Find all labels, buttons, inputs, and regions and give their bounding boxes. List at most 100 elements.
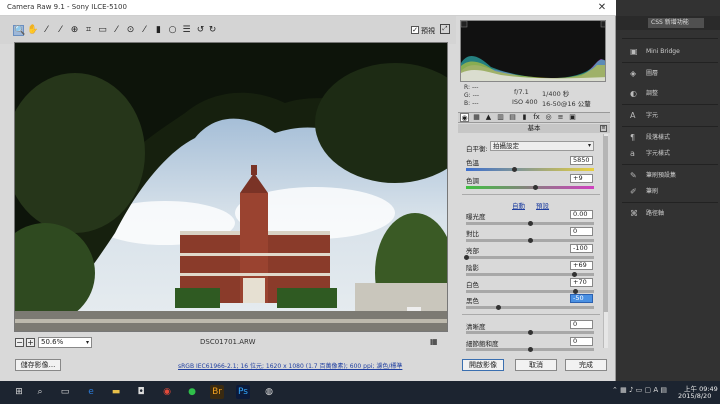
vibrance-slider-thumb[interactable]: [528, 347, 533, 352]
file-explorer-icon[interactable]: ▬: [109, 385, 123, 399]
panel-layers[interactable]: ◈ 圖層: [630, 66, 718, 82]
chevron-up-icon[interactable]: ⌃: [612, 386, 618, 394]
save-image-button[interactable]: 儲存影像...: [15, 359, 61, 371]
tint-value[interactable]: +9: [570, 174, 593, 183]
open-image-button[interactable]: 開啟影像: [462, 359, 504, 371]
crop-tool-icon[interactable]: ⌗: [83, 25, 94, 36]
workflow-options-link[interactable]: sRGB IEC61966-2.1; 16 位元; 1620 x 1080 (1…: [178, 361, 402, 370]
shutter-value: 1/400 秒: [542, 90, 570, 98]
contrast-value[interactable]: 0: [570, 227, 593, 236]
store-icon[interactable]: ◘: [134, 385, 148, 399]
temperature-value[interactable]: 5850: [570, 156, 593, 165]
preview-label: 預視: [421, 27, 435, 35]
adjustment-brush-icon[interactable]: ⁄: [139, 25, 150, 36]
hand-tool-icon[interactable]: ✋: [27, 25, 38, 36]
panel-character-styles[interactable]: a 字元樣式: [630, 146, 718, 162]
tab-split-toning-icon[interactable]: ▤: [508, 113, 517, 122]
zoom-level-select[interactable]: 50.6% ▾: [38, 337, 92, 348]
white-balance-tool-icon[interactable]: ⁄: [41, 25, 52, 36]
line-app-icon[interactable]: ●: [185, 385, 199, 399]
shadows-value[interactable]: +69: [570, 261, 593, 270]
zoom-tool-icon[interactable]: 🔍: [13, 25, 25, 36]
temperature-slider-thumb[interactable]: [512, 167, 517, 172]
clock-date[interactable]: 2015/8/20: [678, 392, 711, 400]
search-icon[interactable]: ⌕: [33, 385, 47, 399]
app-icon[interactable]: ◍: [262, 385, 276, 399]
tab-camera-calibration-icon[interactable]: ◎: [544, 113, 553, 122]
tab-presets-icon[interactable]: ≡: [556, 113, 565, 122]
white-balance-select[interactable]: 拍攝設定 ▾: [490, 141, 594, 151]
spot-removal-tool-icon[interactable]: ⁄: [111, 25, 122, 36]
keyboard-icon[interactable]: ▭: [636, 386, 643, 394]
workspace-selector[interactable]: CSS 新增功能: [648, 18, 704, 28]
panel-paragraph-styles[interactable]: ¶ 段落樣式: [630, 130, 718, 146]
panel-paths[interactable]: ⌘ 路徑軸: [630, 206, 718, 222]
histogram-info: R: --- G: --- B: --- f/7.1 1/400 秒 ISO 4…: [464, 84, 591, 108]
panel-scrollbar-thumb[interactable]: [603, 136, 608, 312]
preview-checkbox[interactable]: ✓: [411, 26, 419, 34]
panel-character[interactable]: A 字元: [630, 108, 718, 124]
contrast-slider-thumb[interactable]: [528, 238, 533, 243]
compare-view-icon[interactable]: ▦: [430, 337, 438, 346]
exposure-value[interactable]: 0.00: [570, 210, 593, 219]
chat-icon[interactable]: ▤: [660, 386, 667, 394]
tab-lens-corrections-icon[interactable]: ▮: [520, 113, 529, 122]
start-icon[interactable]: ⊞: [12, 385, 26, 399]
temperature-slider-track[interactable]: [466, 168, 594, 171]
zoom-in-button[interactable]: +: [26, 338, 35, 347]
blacks-slider-thumb[interactable]: [496, 305, 501, 310]
tab-hsl-icon[interactable]: ▥: [496, 113, 505, 122]
bridge-icon[interactable]: Br: [210, 385, 224, 399]
targeted-adjustment-tool-icon[interactable]: ⊕: [69, 25, 80, 36]
zoom-out-button[interactable]: −: [15, 338, 24, 347]
vibrance-value[interactable]: 0: [570, 337, 593, 346]
histogram-graph: [461, 21, 605, 81]
cancel-button[interactable]: 取消: [515, 359, 557, 371]
notification-icon[interactable]: ▢: [645, 386, 652, 394]
done-button[interactable]: 完成: [565, 359, 607, 371]
auto-link[interactable]: 自動: [512, 200, 525, 210]
panel-menu-icon[interactable]: ≡: [600, 125, 607, 132]
highlights-value[interactable]: -100: [570, 244, 593, 253]
graduated-filter-icon[interactable]: ▮: [153, 25, 164, 36]
rotate-right-icon[interactable]: ↻: [207, 25, 218, 36]
highlights-slider-thumb[interactable]: [464, 255, 469, 260]
photoshop-icon[interactable]: Ps: [236, 385, 250, 399]
tab-effects-icon[interactable]: fx: [532, 113, 541, 122]
blacks-value[interactable]: -50: [570, 294, 593, 303]
tab-snapshots-icon[interactable]: ▣: [568, 113, 577, 122]
highlights-slider-track[interactable]: [466, 256, 594, 259]
straighten-tool-icon[interactable]: ▭: [97, 25, 108, 36]
shadows-slider-thumb[interactable]: [572, 272, 577, 277]
slider-label: 色調: [466, 177, 479, 185]
panel-adjustments[interactable]: ◐ 調整: [630, 86, 718, 102]
volume-icon[interactable]: ♪: [629, 386, 633, 394]
whites-value[interactable]: +70: [570, 278, 593, 287]
rotate-left-icon[interactable]: ↺: [195, 25, 206, 36]
radial-filter-icon[interactable]: ○: [167, 25, 178, 36]
panel-brushes[interactable]: ✐ 筆刷: [630, 184, 718, 200]
tab-basic-icon[interactable]: ◉: [460, 113, 469, 122]
edge-icon[interactable]: e: [84, 385, 98, 399]
ime-indicator[interactable]: A: [653, 386, 658, 394]
chrome-icon[interactable]: ◉: [160, 385, 174, 399]
color-sampler-tool-icon[interactable]: ⁄: [55, 25, 66, 36]
close-button[interactable]: ✕: [594, 1, 610, 14]
blacks-slider-track[interactable]: [466, 306, 594, 309]
network-icon[interactable]: ▦: [620, 386, 627, 394]
default-link[interactable]: 預設: [536, 200, 549, 210]
tint-slider-track[interactable]: [466, 186, 594, 189]
preferences-icon[interactable]: ☰: [181, 25, 192, 36]
panel-brush-presets[interactable]: ✎ 筆刷預設集: [630, 168, 718, 184]
tab-detail-icon[interactable]: ▲: [484, 113, 493, 122]
fullscreen-icon[interactable]: ⤢: [440, 24, 450, 34]
panel-mini-bridge[interactable]: ▣ Mini Bridge: [630, 44, 718, 60]
clarity-value[interactable]: 0: [570, 320, 593, 329]
clarity-slider-thumb[interactable]: [528, 330, 533, 335]
tint-slider-thumb[interactable]: [533, 185, 538, 190]
exposure-slider-thumb[interactable]: [528, 221, 533, 226]
image-preview[interactable]: [14, 42, 448, 332]
task-view-icon[interactable]: ▭: [58, 385, 72, 399]
tab-tone-curve-icon[interactable]: ▦: [472, 113, 481, 122]
red-eye-tool-icon[interactable]: ⊙: [125, 25, 136, 36]
